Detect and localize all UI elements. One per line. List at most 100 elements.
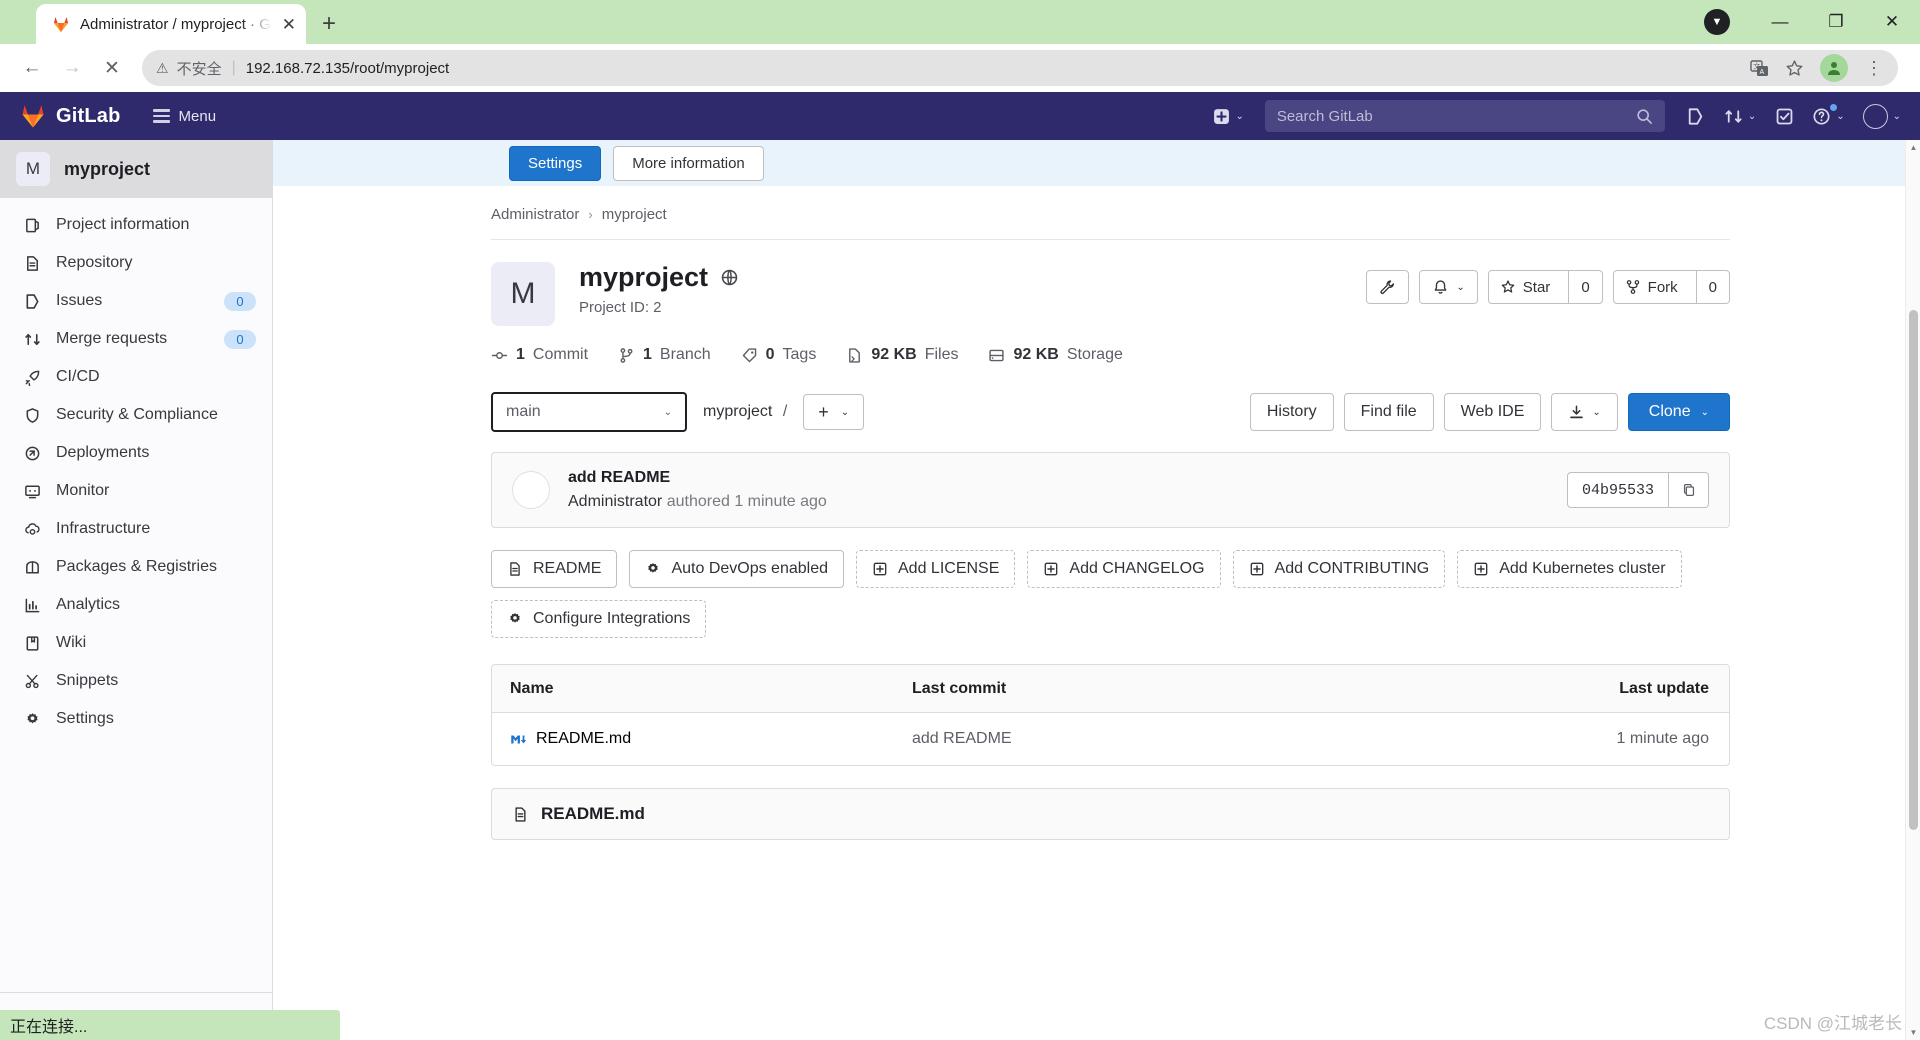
fork-label: Fork [1647,278,1678,296]
help-nav-button[interactable]: ⌄ [1805,99,1851,133]
sidebar-item-repository[interactable]: Repository [0,244,272,282]
branch-selector[interactable]: main ⌄ [491,392,687,432]
forward-button[interactable]: → [54,50,90,86]
issues-nav-button[interactable] [1679,99,1713,133]
minimize-button[interactable]: — [1752,0,1808,44]
gitlab-menu-button[interactable]: Menu [152,108,216,125]
download-source-dropdown-button[interactable]: ⌄ [1551,393,1618,431]
sidebar-project-header[interactable]: M myproject [0,140,272,198]
bookmark-star-icon[interactable] [1785,59,1804,78]
sidebar-item-ci-cd[interactable]: CI/CD [0,358,272,396]
sidebar-item-settings[interactable]: Settings [0,700,272,738]
stat-branches[interactable]: 1 Branch [618,346,711,364]
sidebar-project-avatar: M [16,152,50,186]
status-text: 正在连接... [10,1019,88,1036]
sidebar-item-deployments[interactable]: Deployments [0,434,272,472]
scrollbar-thumb[interactable] [1909,310,1918,830]
back-button[interactable]: ← [14,50,50,86]
more-information-button[interactable]: More information [613,145,764,181]
address-bar[interactable]: ⚠ 不安全 | 192.168.72.135/root/myproject 文A… [142,50,1898,86]
commit-sha[interactable]: 04b95533 [1566,472,1669,508]
stop-loading-button[interactable]: ✕ [94,50,130,86]
chevron-down-icon: ⌄ [1235,110,1244,122]
sidebar-item-packages-registries[interactable]: Packages & Registries [0,548,272,586]
breadcrumb-project[interactable]: myproject [602,206,667,223]
fork-button[interactable]: Fork 0 [1612,270,1730,304]
sidebar-item-wiki[interactable]: Wiki [0,624,272,662]
browser-profile-avatar[interactable] [1820,54,1848,82]
sidebar-item-issues[interactable]: Issues 0 [0,282,272,320]
add-kubernetes-cluster-quick-button[interactable]: Add Kubernetes cluster [1457,550,1682,588]
create-new-button[interactable]: ⌄ [1206,99,1250,133]
gitlab-logo-icon [22,105,44,128]
issues-icon [22,291,42,311]
repository-path-breadcrumb[interactable]: myproject / [703,403,787,421]
commit-message[interactable]: add README [568,469,1567,487]
search-input[interactable]: Search GitLab [1264,100,1665,132]
clone-label: Clone [1648,403,1691,420]
scroll-down-arrow-icon[interactable]: ▼ [1906,1025,1920,1040]
url-text[interactable]: 192.168.72.135/root/myproject [246,60,1742,77]
clone-button[interactable]: Clone ⌄ [1627,393,1730,431]
table-row[interactable]: README.md add README 1 minute ago [492,713,1729,765]
add-file-dropdown-button[interactable]: + ⌄ [803,394,865,430]
breadcrumb-owner[interactable]: Administrator [491,206,579,223]
add-contributing-quick-button[interactable]: Add CONTRIBUTING [1232,550,1446,588]
stat-value: 92 KB [871,346,917,363]
download-indicator-icon[interactable]: ▼ [1704,9,1730,35]
todos-nav-button[interactable] [1767,99,1801,133]
history-button[interactable]: History [1249,393,1334,431]
find-file-button[interactable]: Find file [1343,393,1434,431]
quick-action-label: Auto DevOps enabled [671,560,828,577]
help-icon [1813,107,1830,125]
notifications-dropdown-button[interactable]: ⌄ [1419,270,1478,304]
sidebar-item-project-information[interactable]: Project information [0,206,272,244]
sidebar-item-analytics[interactable]: Analytics [0,586,272,624]
settings-button[interactable]: Settings [509,145,602,181]
close-window-button[interactable]: ✕ [1864,0,1920,44]
star-button[interactable]: Star 0 [1487,270,1603,304]
browser-menu-icon[interactable]: ⋮ [1864,59,1884,77]
sidebar-item-merge-requests[interactable]: Merge requests 0 [0,320,272,358]
commit-author-name[interactable]: Administrator [568,493,662,510]
readme-quick-button[interactable]: README [491,550,618,588]
quick-action-label: Add CONTRIBUTING [1274,560,1430,577]
maximize-button[interactable]: ❐ [1808,0,1864,44]
project-sidebar: M myproject Project information Reposito… [0,140,273,1040]
add-license-quick-button[interactable]: Add LICENSE [856,550,1016,588]
file-name[interactable]: README.md [536,730,631,748]
configure-integrations-quick-button[interactable]: Configure Integrations [491,600,707,638]
quick-action-label: Add CHANGELOG [1069,560,1205,577]
sidebar-item-monitor[interactable]: Monitor [0,472,272,510]
sidebar-item-security-compliance[interactable]: Security & Compliance [0,396,272,434]
stat-tags[interactable]: 0 Tags [741,346,816,364]
merge-requests-icon [22,329,42,349]
gitlab-logo[interactable]: GitLab [12,103,129,129]
plus-square-icon [1249,561,1265,577]
star-icon [1500,279,1516,295]
page-scrollbar[interactable]: ▲ ▼ [1905,140,1920,1040]
copy-icon[interactable] [1669,472,1709,508]
add-changelog-quick-button[interactable]: Add CHANGELOG [1027,550,1221,588]
sidebar-item-infrastructure[interactable]: Infrastructure [0,510,272,548]
stat-storage[interactable]: 92 KB Storage [988,346,1123,364]
stat-value: 1 [643,346,652,363]
project-settings-wrench-button[interactable] [1366,270,1410,304]
close-tab-icon[interactable]: ✕ [282,16,296,33]
plus-square-icon [1043,561,1059,577]
row-last-commit[interactable]: add README [912,730,1509,748]
user-menu-button[interactable]: ⌄ [1856,99,1908,133]
quick-action-label: Add Kubernetes cluster [1499,560,1666,577]
stat-files[interactable]: 92 KB Files [846,346,958,364]
web-ide-button[interactable]: Web IDE [1443,393,1542,431]
new-tab-button[interactable]: + [322,12,336,36]
merge-requests-nav-button[interactable]: ⌄ [1717,99,1763,133]
browser-tab[interactable]: Administrator / myproject · Git ✕ [36,4,306,44]
stat-commits[interactable]: 1 Commit [491,346,588,364]
quick-action-label: README [533,560,602,577]
sidebar-item-snippets[interactable]: Snippets [0,662,272,700]
scroll-up-arrow-icon[interactable]: ▲ [1906,140,1920,155]
readme-panel-header[interactable]: README.md [491,788,1730,840]
auto-devops-quick-button[interactable]: Auto DevOps enabled [629,550,844,588]
translate-icon[interactable]: 文A [1750,59,1769,78]
